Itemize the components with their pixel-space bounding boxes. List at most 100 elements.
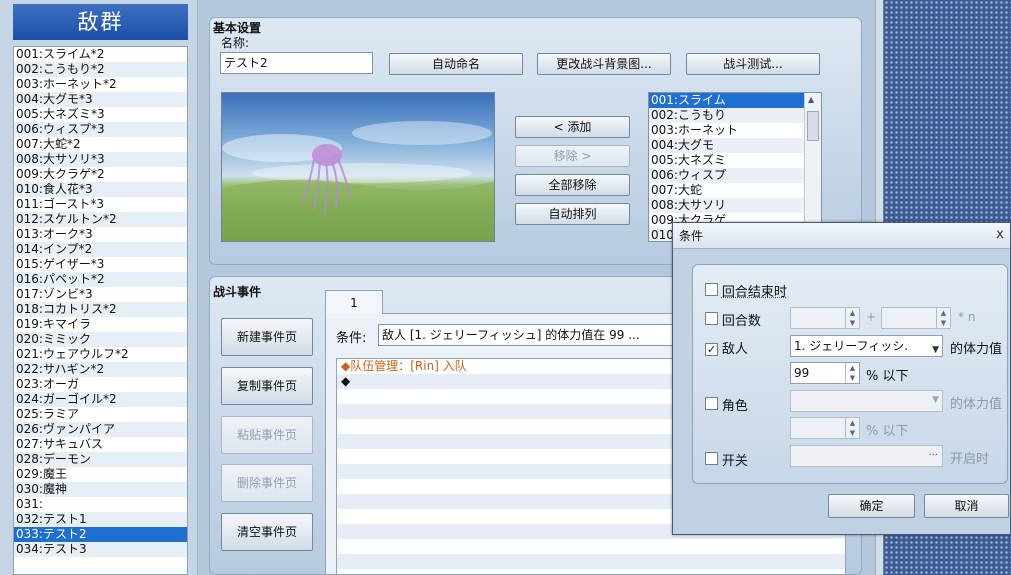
troop-list-item[interactable]: 019:キマイラ xyxy=(14,317,187,332)
actor-checkbox[interactable] xyxy=(705,397,718,410)
troop-list-item[interactable]: 028:デーモン xyxy=(14,452,187,467)
troop-list-item[interactable]: 034:テスト3 xyxy=(14,542,187,557)
enemy-list-item[interactable]: 006:ウィスプ xyxy=(649,168,821,183)
troop-list-item[interactable]: 021:ウェアウルフ*2 xyxy=(14,347,187,362)
enemy-list-item[interactable]: 003:ホーネット xyxy=(649,123,821,138)
scroll-up-icon[interactable]: ▲ xyxy=(808,95,814,104)
troop-list-item[interactable]: 030:魔神 xyxy=(14,482,187,497)
battle-test-button[interactable]: 战斗测试... xyxy=(686,53,820,75)
turn-end-row[interactable]: 回合结束时 xyxy=(705,281,787,300)
enemy-list-scrollbar[interactable]: ▲ xyxy=(804,93,821,241)
troop-list-item[interactable]: 004:大グモ*3 xyxy=(14,92,187,107)
actor-select[interactable]: ▼ xyxy=(790,390,943,412)
chevron-down-icon[interactable]: ▼ xyxy=(932,340,939,356)
switch-checkbox[interactable] xyxy=(705,452,718,465)
close-icon[interactable]: x xyxy=(991,223,1009,249)
troop-list-item[interactable]: 022:サハギン*2 xyxy=(14,362,187,377)
troop-list-item[interactable]: 010:食人花*3 xyxy=(14,182,187,197)
actor-label: 角色 xyxy=(721,399,748,414)
troop-list[interactable]: 001:スライム*2 002:こうもり*2 003:ホーネット*2 004:大グモ*3… xyxy=(13,46,188,575)
troop-list-item[interactable]: 015:ゲイザー*3 xyxy=(14,257,187,272)
switch-row[interactable]: 开关 xyxy=(705,450,748,469)
enemy-hp-value: 99 xyxy=(794,366,810,380)
troop-list-item[interactable]: 031: xyxy=(14,497,187,512)
scroll-thumb[interactable] xyxy=(807,111,819,141)
spin-arrows-icon[interactable]: ▲ ▼ xyxy=(845,418,859,438)
enemy-list-item[interactable]: 004:大グモ xyxy=(649,138,821,153)
clear-enemies-button[interactable]: 全部移除 xyxy=(515,174,630,196)
enemy-list[interactable]: 001:スライム 002:こうもり 003:ホーネット 004:大グモ 005:大ネズミ… xyxy=(648,92,822,242)
troop-list-item[interactable]: 029:魔王 xyxy=(14,467,187,482)
turn-a-spin[interactable]: ▲ ▼ xyxy=(790,307,860,329)
actor-hp-spin[interactable]: ▲ ▼ xyxy=(790,417,860,439)
enemy-list-item[interactable]: 001:スライム xyxy=(649,93,821,108)
ellipsis-icon[interactable]: ... xyxy=(928,447,938,458)
ok-button[interactable]: 确定 xyxy=(828,494,915,518)
battle-preview[interactable] xyxy=(221,92,495,242)
condition-dialog: 条件 x 回合结束时 回合数 ▲ ▼ + ▲ ▼ * n ✓ 敌人 1. ジェリーフ… xyxy=(672,222,1011,535)
troop-list-item[interactable]: 020:ミミック xyxy=(14,332,187,347)
tab-page-1[interactable]: 1 xyxy=(325,290,383,314)
troop-list-item[interactable]: 009:大クラゲ*2 xyxy=(14,167,187,182)
troop-list-item[interactable]: 008:大サソリ*3 xyxy=(14,152,187,167)
enemy-list-item[interactable]: 005:大ネズミ xyxy=(649,153,821,168)
enemy-select-value: 1. ジェリーフィッシ. xyxy=(794,339,909,353)
turn-plus: + xyxy=(866,310,877,324)
troop-panel-title: 敌群 xyxy=(13,4,188,40)
enemy-percent-label: % 以下 xyxy=(866,369,909,384)
enemy-row[interactable]: ✓ 敌人 xyxy=(705,338,748,357)
turn-row[interactable]: 回合数 xyxy=(705,310,761,329)
turn-checkbox[interactable] xyxy=(705,312,718,325)
new-event-page-button[interactable]: 新建事件页 xyxy=(221,318,313,356)
actor-row[interactable]: 角色 xyxy=(705,395,748,414)
troop-list-item[interactable]: 026:ヴァンパイア xyxy=(14,422,187,437)
enemy-list-item[interactable]: 008:大サソリ xyxy=(649,198,821,213)
spin-arrows-icon[interactable]: ▲ ▼ xyxy=(936,308,950,328)
troop-name-field[interactable]: テスト2 xyxy=(220,52,373,74)
chevron-down-icon[interactable]: ▼ xyxy=(932,395,939,405)
spin-arrows-icon[interactable]: ▲ ▼ xyxy=(845,308,859,328)
enemy-hp-spin[interactable]: 99 ▲ ▼ xyxy=(790,362,860,384)
troop-list-item[interactable]: 013:オーク*3 xyxy=(14,227,187,242)
troop-list-item[interactable]: 024:ガーゴイル*2 xyxy=(14,392,187,407)
troop-list-item[interactable]: 001:スライム*2 xyxy=(14,47,187,62)
troop-list-item[interactable]: 018:コカトリス*2 xyxy=(14,302,187,317)
troop-list-item[interactable]: 033:テスト2 xyxy=(14,527,187,542)
troop-list-item[interactable]: 032:テスト1 xyxy=(14,512,187,527)
condition-field[interactable]: 敌人 [1. ジェリーフィッシュ] 的体力值在 99 ... xyxy=(378,324,678,346)
cancel-button[interactable]: 取消 xyxy=(924,494,1009,518)
clear-event-page-button[interactable]: 清空事件页 xyxy=(221,513,313,551)
enemy-select[interactable]: 1. ジェリーフィッシ. ▼ xyxy=(790,335,943,357)
troop-list-item[interactable]: 012:スケルトン*2 xyxy=(14,212,187,227)
turn-n: * n xyxy=(958,310,976,324)
switch-on-label: 开启时 xyxy=(950,452,990,467)
change-battleback-button[interactable]: 更改战斗背景图... xyxy=(537,53,671,75)
remove-enemy-button[interactable]: 移除 > xyxy=(515,145,630,167)
turn-b-spin[interactable]: ▲ ▼ xyxy=(881,307,951,329)
enemy-list-item[interactable]: 002:こうもり xyxy=(649,108,821,123)
add-enemy-button[interactable]: < 添加 xyxy=(515,116,630,138)
troop-list-item[interactable]: 027:サキュバス xyxy=(14,437,187,452)
troop-list-item[interactable]: 016:パペット*2 xyxy=(14,272,187,287)
copy-event-page-button[interactable]: 复制事件页 xyxy=(221,367,313,405)
auto-arrange-button[interactable]: 自动排列 xyxy=(515,203,630,225)
delete-event-page-button[interactable]: 删除事件页 xyxy=(221,464,313,502)
switch-select[interactable]: ... xyxy=(790,445,943,467)
enemy-checkbox[interactable]: ✓ xyxy=(705,343,718,356)
troop-list-item[interactable]: 003:ホーネット*2 xyxy=(14,77,187,92)
troop-list-item[interactable]: 007:大蛇*2 xyxy=(14,137,187,152)
auto-name-button[interactable]: 自动命名 xyxy=(389,53,523,75)
turn-end-checkbox[interactable] xyxy=(705,283,718,296)
turn-label: 回合数 xyxy=(721,314,761,329)
troop-list-item[interactable]: 011:ゴースト*3 xyxy=(14,197,187,212)
enemy-list-item[interactable]: 007:大蛇 xyxy=(649,183,821,198)
troop-list-item[interactable]: 023:オーガ xyxy=(14,377,187,392)
troop-list-item[interactable]: 002:こうもり*2 xyxy=(14,62,187,77)
troop-list-item[interactable]: 005:大ネズミ*3 xyxy=(14,107,187,122)
troop-list-item[interactable]: 025:ラミア xyxy=(14,407,187,422)
troop-list-item[interactable]: 006:ウィスプ*3 xyxy=(14,122,187,137)
spin-arrows-icon[interactable]: ▲ ▼ xyxy=(845,363,859,383)
troop-list-item[interactable]: 014:インプ*2 xyxy=(14,242,187,257)
paste-event-page-button[interactable]: 粘贴事件页 xyxy=(221,416,313,454)
troop-list-item[interactable]: 017:ゾンビ*3 xyxy=(14,287,187,302)
